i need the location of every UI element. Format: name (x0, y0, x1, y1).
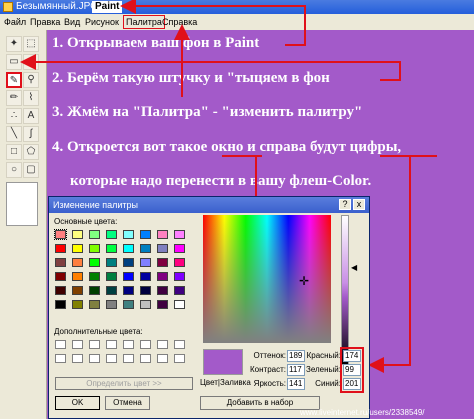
basic-color-swatch[interactable] (72, 272, 83, 281)
help-icon[interactable]: ? (339, 199, 351, 210)
luminance-slider[interactable] (341, 215, 349, 365)
basic-color-swatch[interactable] (72, 286, 83, 295)
basic-color-swatch[interactable] (140, 286, 151, 295)
basic-color-swatch[interactable] (123, 300, 134, 309)
custom-colors-label: Дополнительные цвета: (54, 327, 143, 336)
basic-color-swatch[interactable] (157, 300, 168, 309)
dialog-title: Изменение палитры (53, 200, 139, 210)
color-spectrum[interactable] (203, 215, 331, 343)
close-icon[interactable]: x (353, 199, 365, 210)
basic-color-swatch[interactable] (157, 286, 168, 295)
basic-color-swatch[interactable] (157, 244, 168, 253)
green-label: Зеленый: (306, 365, 341, 374)
basic-color-swatch[interactable] (106, 244, 117, 253)
basic-color-swatch[interactable] (72, 230, 83, 239)
arrow-to-values (368, 156, 411, 373)
custom-color-swatch[interactable] (140, 340, 151, 349)
dialog-titlebar: Изменение палитры ? x (49, 197, 369, 213)
basic-color-swatch[interactable] (89, 300, 100, 309)
custom-color-swatch[interactable] (140, 354, 151, 363)
basic-color-swatch[interactable] (55, 286, 66, 295)
basic-color-swatch[interactable] (55, 244, 66, 253)
basic-color-swatch[interactable] (140, 300, 151, 309)
sat-label: Контраст: (250, 365, 286, 374)
basic-color-swatch[interactable] (140, 258, 151, 267)
hue-label: Оттенок: (253, 351, 287, 360)
basic-color-swatch[interactable] (174, 244, 185, 253)
custom-color-swatch[interactable] (157, 354, 168, 363)
basic-color-swatch[interactable] (174, 286, 185, 295)
basic-color-swatch[interactable] (140, 272, 151, 281)
watermark: www.liveinternet.ru/users/2338549/ (300, 408, 425, 417)
custom-color-swatch[interactable] (55, 340, 66, 349)
basic-color-swatch[interactable] (89, 244, 100, 253)
basic-color-swatch[interactable] (123, 272, 134, 281)
crosshair-icon: ✛ (299, 274, 310, 288)
basic-color-swatch[interactable] (106, 230, 117, 239)
basic-color-swatch[interactable] (72, 244, 83, 253)
basic-color-swatch[interactable] (123, 258, 134, 267)
ok-button[interactable]: OK (55, 396, 100, 410)
custom-color-swatch[interactable] (72, 354, 83, 363)
basic-color-swatch[interactable] (89, 230, 100, 239)
basic-color-swatch[interactable] (54, 229, 67, 240)
basic-color-swatch[interactable] (89, 286, 100, 295)
custom-color-swatch[interactable] (106, 354, 117, 363)
basic-color-swatch[interactable] (89, 272, 100, 281)
define-custom-colors-button[interactable]: Определить цвет >> (55, 377, 193, 390)
basic-color-swatch[interactable] (140, 230, 151, 239)
custom-color-swatch[interactable] (89, 354, 100, 363)
basic-color-swatch[interactable] (123, 230, 134, 239)
basic-color-swatch[interactable] (72, 300, 83, 309)
basic-color-swatch[interactable] (174, 258, 185, 267)
arrow-to-paint (120, 0, 306, 46)
custom-colors-grid (55, 340, 195, 370)
basic-colors-label: Основные цвета: (54, 217, 118, 226)
custom-color-swatch[interactable] (157, 340, 168, 349)
basic-color-swatch[interactable] (106, 272, 117, 281)
basic-color-swatch[interactable] (55, 300, 66, 309)
blue-label: Синий: (315, 379, 341, 388)
cancel-button[interactable]: Отмена (105, 396, 150, 410)
basic-color-swatch[interactable] (157, 258, 168, 267)
rgb-highlight (340, 347, 364, 393)
custom-color-swatch[interactable] (106, 340, 117, 349)
basic-color-swatch[interactable] (174, 300, 185, 309)
custom-color-swatch[interactable] (123, 340, 134, 349)
basic-color-swatch[interactable] (72, 258, 83, 267)
arrow-to-picker (20, 54, 401, 81)
basic-color-swatch[interactable] (123, 244, 134, 253)
basic-color-swatch[interactable] (157, 230, 168, 239)
red-label: Красный: (306, 351, 341, 360)
basic-colors-grid (54, 229, 195, 320)
basic-color-swatch[interactable] (140, 244, 151, 253)
basic-color-swatch[interactable] (174, 272, 185, 281)
custom-color-swatch[interactable] (72, 340, 83, 349)
custom-color-swatch[interactable] (55, 354, 66, 363)
basic-color-swatch[interactable] (106, 258, 117, 267)
basic-color-swatch[interactable] (106, 300, 117, 309)
lum-label: Яркость: (253, 379, 286, 388)
custom-color-swatch[interactable] (174, 354, 185, 363)
basic-color-swatch[interactable] (55, 258, 66, 267)
basic-color-swatch[interactable] (106, 286, 117, 295)
basic-color-swatch[interactable] (89, 258, 100, 267)
basic-color-swatch[interactable] (174, 230, 185, 239)
custom-color-swatch[interactable] (174, 340, 185, 349)
edit-colors-dialog: Изменение палитры ? x Основные цвета: До… (48, 196, 370, 419)
custom-color-swatch[interactable] (123, 354, 134, 363)
basic-color-swatch[interactable] (123, 286, 134, 295)
custom-color-swatch[interactable] (89, 340, 100, 349)
basic-color-swatch[interactable] (157, 272, 168, 281)
basic-color-swatch[interactable] (55, 272, 66, 281)
luminance-arrow-icon[interactable]: ◀ (351, 263, 357, 272)
